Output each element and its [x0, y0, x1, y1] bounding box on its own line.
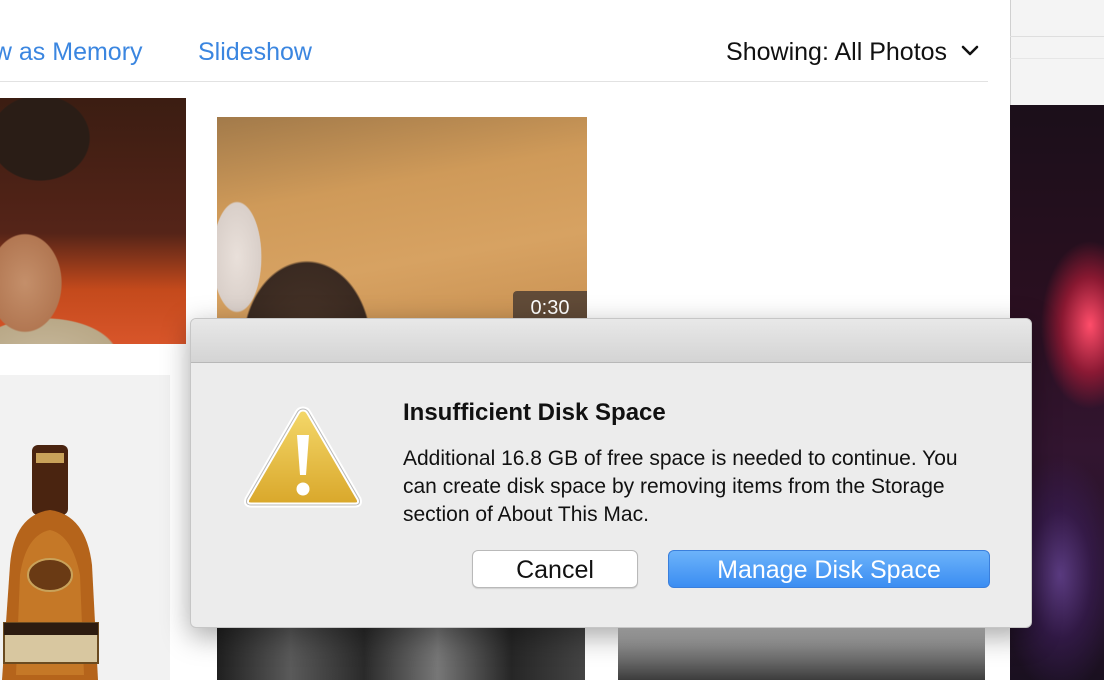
chevron-down-icon — [961, 45, 979, 56]
showing-label: Showing: — [726, 38, 829, 66]
photo-thumbnail-rum-bottle[interactable] — [0, 375, 170, 680]
show-as-memory-link[interactable]: ow as Memory — [0, 38, 143, 67]
photo-thumbnail-boy[interactable] — [0, 98, 186, 344]
manage-disk-space-button[interactable]: Manage Disk Space — [668, 550, 990, 588]
photos-toolbar: ow as Memory Slideshow Showing: All Phot… — [0, 0, 1010, 82]
showing-value: All Photos — [834, 38, 948, 66]
rum-bottle-image — [2, 445, 99, 680]
alert-message: Additional 16.8 GB of free space is need… — [403, 447, 958, 526]
toolbar-divider — [0, 81, 988, 82]
slideshow-link[interactable]: Slideshow — [198, 38, 312, 67]
showing-filter-dropdown[interactable]: Showing: All Photos — [726, 38, 980, 67]
cancel-button[interactable]: Cancel — [472, 550, 638, 588]
warning-icon — [244, 406, 362, 508]
background-window-divider — [1010, 36, 1104, 37]
photo-thumbnail-engine[interactable] — [217, 625, 585, 680]
background-window-divider — [1010, 58, 1104, 59]
background-window — [1010, 0, 1104, 105]
disk-space-alert-dialog: Insufficient Disk Space Additional 16.8 … — [190, 318, 1032, 628]
photo-thumbnail-car[interactable] — [618, 625, 985, 680]
alert-titlebar — [191, 319, 1031, 363]
video-thumbnail-classroom[interactable]: 0:30 — [217, 117, 587, 327]
alert-title: Insufficient Disk Space — [403, 399, 666, 426]
